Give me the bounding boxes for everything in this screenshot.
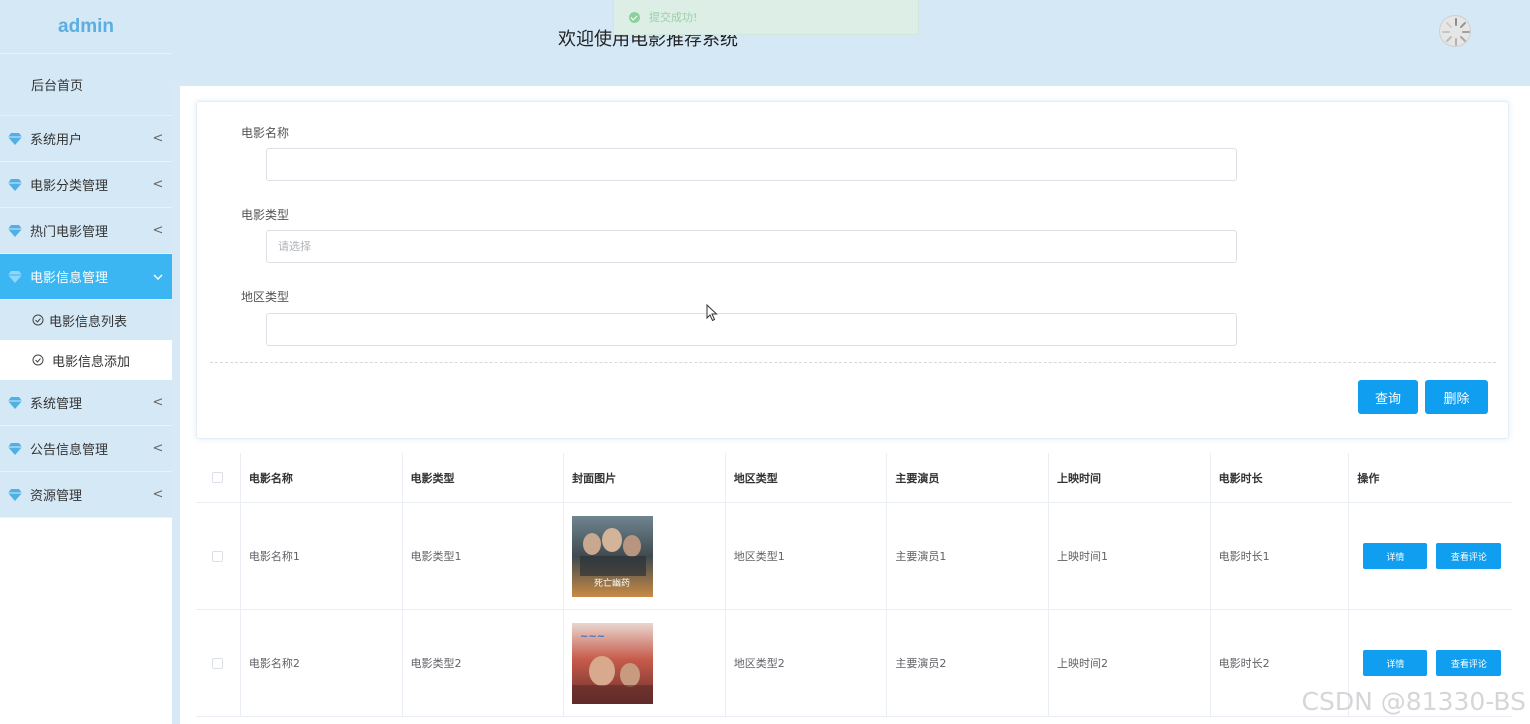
column-header[interactable]: 上映时间 bbox=[1049, 453, 1211, 502]
diamond-icon bbox=[8, 488, 22, 501]
main-content: 电影名称 电影类型 请选择 地区类型 查询 删除 电影名称 电影类型 封面图片 … bbox=[180, 86, 1530, 724]
chevron-left-icon: < bbox=[152, 223, 164, 238]
sidebar-item-system-manage[interactable]: 系统管理 < bbox=[0, 380, 172, 426]
sidebar-item-hot-movies[interactable]: 热门电影管理 < bbox=[0, 208, 172, 254]
sidebar-item-movie-info[interactable]: 电影信息管理 bbox=[0, 254, 172, 300]
cell-movie-name: 电影名称2 bbox=[241, 610, 403, 716]
svg-text:死亡幽药: 死亡幽药 bbox=[594, 577, 630, 589]
chevron-left-icon: < bbox=[152, 441, 164, 456]
movie-type-label: 电影类型 bbox=[241, 208, 290, 222]
diamond-icon bbox=[8, 270, 22, 283]
cell-actors: 主要演员1 bbox=[887, 503, 1050, 609]
chevron-left-icon: < bbox=[152, 131, 164, 146]
sidebar-subitem-movie-add[interactable]: 电影信息添加 bbox=[0, 340, 172, 380]
sidebar-item-system-users[interactable]: 系统用户 < bbox=[0, 116, 172, 162]
chevron-down-icon bbox=[153, 273, 163, 280]
column-header[interactable]: 地区类型 bbox=[726, 453, 888, 502]
brand-logo: admin bbox=[0, 0, 172, 54]
chevron-left-icon: < bbox=[152, 395, 164, 410]
check-circle-icon bbox=[32, 314, 44, 326]
sidebar-item-label: 公告信息管理 bbox=[30, 443, 109, 458]
table-row: 电影名称1 电影类型1 死亡幽药 地区类型1 主要演员1 上映时间1 电影时长1… bbox=[196, 503, 1512, 610]
success-check-icon bbox=[629, 11, 640, 23]
region-type-label: 地区类型 bbox=[241, 290, 290, 304]
success-toast: 提交成功! bbox=[613, 0, 919, 35]
watermark: CSDN @81330-BS bbox=[1301, 687, 1526, 716]
cell-actors: 主要演员2 bbox=[887, 610, 1050, 716]
table-header: 电影名称 电影类型 封面图片 地区类型 主要演员 上映时间 电影时长 操作 bbox=[196, 453, 1512, 503]
sidebar-item-label: 电影分类管理 bbox=[30, 179, 109, 194]
sidebar-item-label: 资源管理 bbox=[30, 489, 83, 504]
query-button[interactable]: 查询 bbox=[1358, 380, 1418, 414]
cell-movie-type: 电影类型1 bbox=[403, 503, 565, 609]
cell-region: 地区类型1 bbox=[726, 503, 888, 609]
sidebar-subitem-label: 电影信息列表 bbox=[49, 314, 128, 330]
column-header[interactable]: 操作 bbox=[1349, 453, 1512, 502]
movie-table: 电影名称 电影类型 封面图片 地区类型 主要演员 上映时间 电影时长 操作 电影… bbox=[196, 453, 1512, 717]
sidebar-item-label: 系统用户 bbox=[30, 133, 83, 148]
delete-button[interactable]: 删除 bbox=[1425, 380, 1488, 414]
divider bbox=[210, 362, 1496, 363]
mouse-cursor-icon bbox=[706, 304, 718, 322]
movie-poster-image[interactable]: 死亡幽药 bbox=[572, 515, 654, 597]
sidebar-item-label: 电影信息管理 bbox=[30, 271, 109, 286]
row-checkbox[interactable] bbox=[212, 657, 224, 669]
column-header[interactable]: 主要演员 bbox=[887, 453, 1050, 502]
movie-name-label: 电影名称 bbox=[241, 126, 290, 140]
sidebar-item-label: 系统管理 bbox=[30, 397, 83, 412]
diamond-icon bbox=[8, 396, 22, 409]
cell-release: 上映时间1 bbox=[1049, 503, 1211, 609]
chevron-left-icon: < bbox=[152, 487, 164, 502]
column-header[interactable]: 电影名称 bbox=[241, 453, 403, 502]
sidebar-item-movie-category[interactable]: 电影分类管理 < bbox=[0, 162, 172, 208]
select-all-checkbox[interactable] bbox=[212, 472, 224, 483]
view-comments-button[interactable]: 查看评论 bbox=[1436, 650, 1502, 676]
diamond-icon bbox=[8, 224, 22, 237]
column-header[interactable]: 封面图片 bbox=[564, 453, 726, 502]
sidebar-item-notice[interactable]: 公告信息管理 < bbox=[0, 426, 172, 472]
cell-actions: 详情 查看评论 bbox=[1349, 503, 1512, 609]
sidebar: admin 后台首页 系统用户 < 电影分类管理 < 热门电影管理 < 电影信息… bbox=[0, 0, 172, 724]
cell-region: 地区类型2 bbox=[726, 610, 888, 716]
movie-type-select[interactable]: 请选择 bbox=[266, 230, 1237, 263]
svg-text:~~~: ~~~ bbox=[580, 631, 605, 642]
sidebar-subitem-label: 电影信息添加 bbox=[52, 354, 131, 370]
movie-poster-image[interactable]: ~~~ bbox=[572, 622, 654, 704]
detail-button[interactable]: 详情 bbox=[1363, 650, 1428, 676]
search-form: 电影名称 电影类型 请选择 地区类型 查询 删除 bbox=[196, 101, 1509, 439]
sidebar-item-resources[interactable]: 资源管理 < bbox=[0, 472, 172, 518]
loading-spinner-icon bbox=[1442, 18, 1470, 46]
row-checkbox[interactable] bbox=[212, 550, 224, 562]
diamond-icon bbox=[8, 442, 22, 455]
column-header[interactable]: 电影类型 bbox=[403, 453, 565, 502]
sidebar-item-label: 热门电影管理 bbox=[30, 225, 109, 240]
detail-button[interactable]: 详情 bbox=[1363, 543, 1428, 569]
view-comments-button[interactable]: 查看评论 bbox=[1436, 543, 1502, 569]
movie-name-input[interactable] bbox=[266, 148, 1237, 181]
avatar[interactable] bbox=[1439, 15, 1471, 47]
sidebar-item-home[interactable]: 后台首页 bbox=[0, 54, 172, 116]
cell-movie-name: 电影名称1 bbox=[241, 503, 403, 609]
chevron-left-icon: < bbox=[152, 177, 164, 192]
check-circle-icon bbox=[32, 354, 44, 366]
cell-release: 上映时间2 bbox=[1049, 610, 1211, 716]
toast-message: 提交成功! bbox=[649, 11, 698, 24]
sidebar-subitem-movie-list[interactable]: 电影信息列表 bbox=[0, 300, 172, 340]
cell-duration: 电影时长1 bbox=[1211, 503, 1350, 609]
region-type-input[interactable] bbox=[266, 313, 1237, 346]
diamond-icon bbox=[8, 132, 22, 145]
diamond-icon bbox=[8, 178, 22, 191]
cell-movie-type: 电影类型2 bbox=[403, 610, 565, 716]
column-header[interactable]: 电影时长 bbox=[1211, 453, 1350, 502]
